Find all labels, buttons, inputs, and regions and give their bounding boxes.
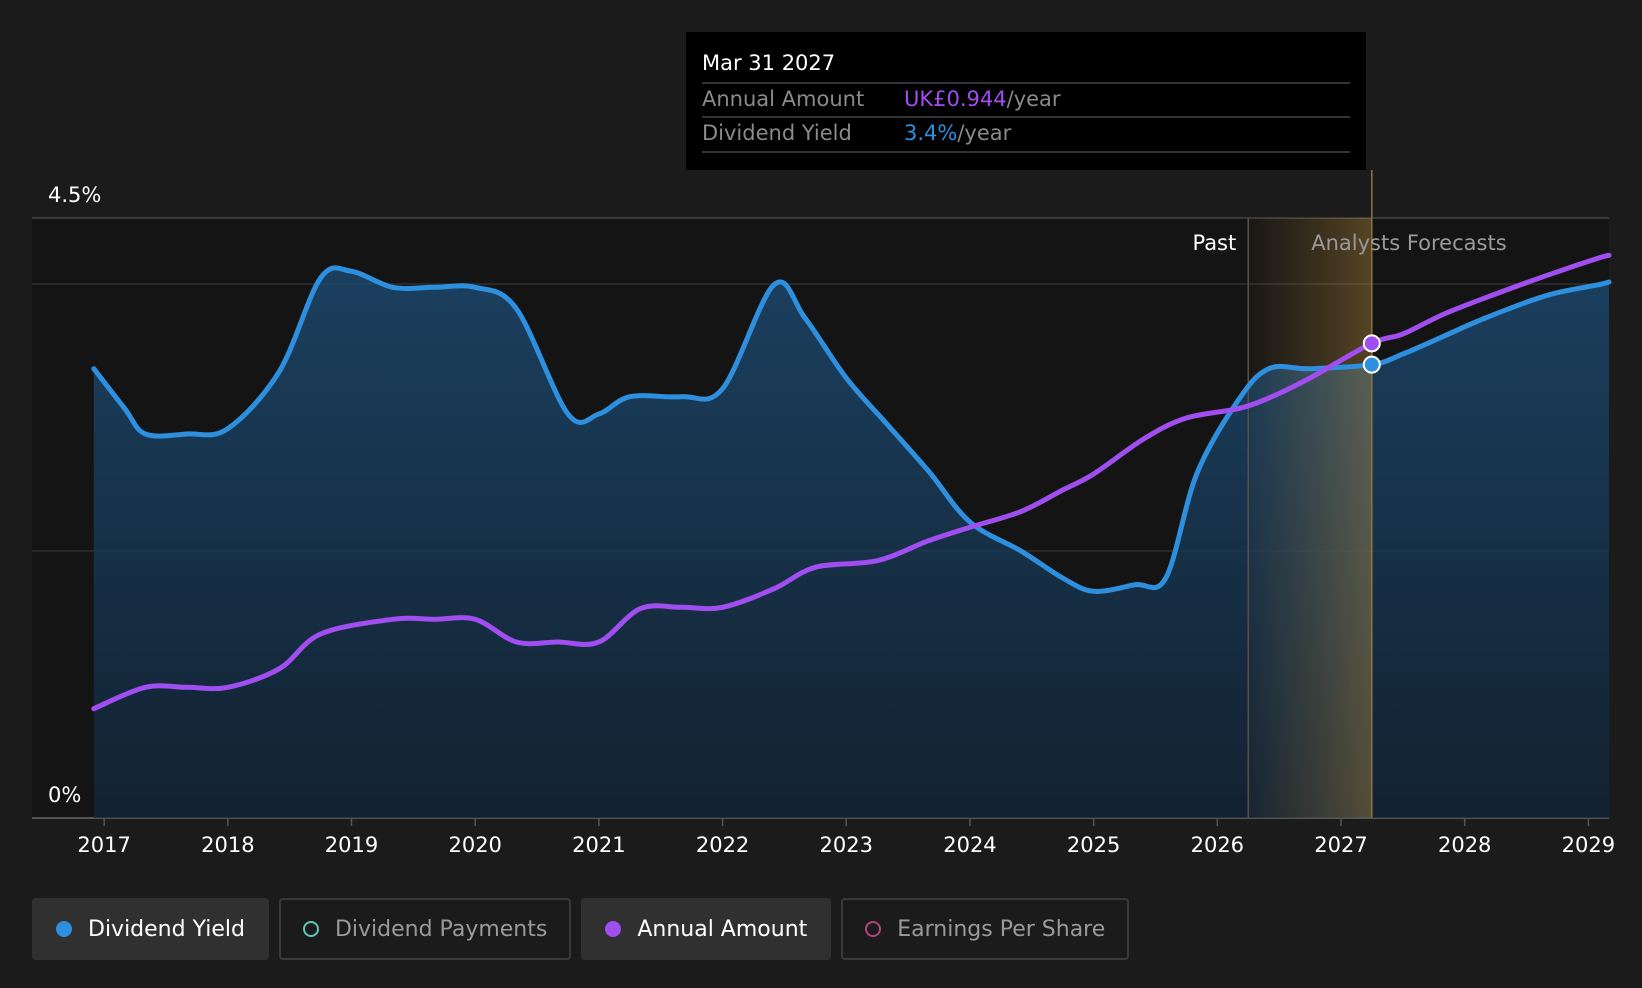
x-tick-label: 2022 [696,833,749,857]
y-axis-top-label: 4.5% [48,183,101,207]
tooltip-dividend-yield-suffix: /year [957,121,1011,145]
past-region-label: Past [1192,231,1236,255]
legend-label: Annual Amount [637,916,808,942]
x-tick-label: 2021 [572,833,625,857]
x-tick-label: 2026 [1191,833,1244,857]
legend-dividend-payments[interactable]: Dividend Payments [278,898,572,960]
x-tick-label: 2017 [77,833,130,857]
tooltip: Mar 31 2027 Annual Amount UK£0.944/year … [686,32,1366,170]
x-tick-label: 2023 [820,833,873,857]
legend-label: Earnings Per Share [897,916,1106,942]
tooltip-row-dividend-yield: Dividend Yield [702,121,852,145]
x-tick-label: 2028 [1438,833,1491,857]
annual-amount-dot-icon [605,921,622,937]
tooltip-value-annual-amount: UK£0.944/year [904,87,1061,111]
dividend-payments-ring-icon [302,921,319,937]
annual-amount-hover-point [1362,334,1381,353]
tooltip-date: Mar 31 2027 [702,51,835,75]
legend-annual-amount[interactable]: Annual Amount [581,898,832,960]
tooltip-label-dividend-yield: Dividend Yield [702,121,852,145]
x-tick-label: 2020 [448,833,501,857]
legend: Dividend Yield Dividend Payments Annual … [32,898,1130,960]
legend-label: Dividend Payments [334,916,548,942]
legend-label: Dividend Yield [88,916,245,942]
forecast-highlight-band [1248,218,1372,818]
x-axis: 2017 2018 2019 2020 2021 2022 2023 2024 2025 2026… [77,818,1615,857]
tooltip-row-annual-amount: Annual Amount [702,87,864,111]
tooltip-value-dividend-yield: 3.4%/year [904,121,1012,145]
x-tick-label: 2027 [1314,833,1367,857]
x-tick-label: 2029 [1562,833,1615,857]
tooltip-annual-amount-suffix: /year [1007,87,1061,111]
y-axis-bottom-label: 0% [48,783,81,807]
dividend-chart: 2017 2018 2019 2020 2021 2022 2023 2024 2025 2026… [32,32,1615,857]
x-tick-label: 2024 [943,833,996,857]
x-tick-label: 2018 [201,833,254,857]
x-tick-label: 2019 [325,833,378,857]
dividend-yield-dot-icon [56,921,72,937]
forecast-region-label: Analysts Forecasts [1311,231,1506,255]
x-tick-label: 2025 [1067,833,1120,857]
tooltip-dividend-yield-value: 3.4% [904,121,957,145]
dividend-yield-hover-point [1362,355,1381,374]
earnings-per-share-ring-icon [865,921,882,937]
tooltip-label-annual-amount: Annual Amount [702,87,864,111]
legend-dividend-yield[interactable]: Dividend Yield [32,898,269,960]
legend-earnings-per-share[interactable]: Earnings Per Share [841,898,1130,960]
tooltip-annual-amount-value: UK£0.944 [904,87,1007,111]
